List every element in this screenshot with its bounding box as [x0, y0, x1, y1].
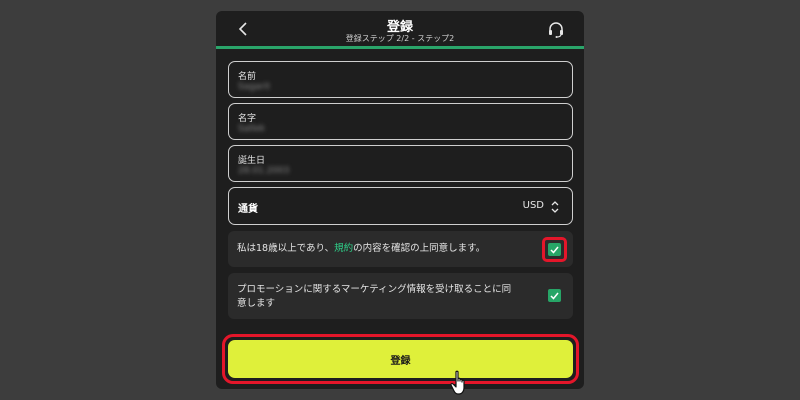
terms-checkbox[interactable]	[548, 243, 561, 256]
terms-consent-text: 私は18歳以上であり、規約の内容を確認の上同意します。	[237, 242, 485, 256]
step-subtitle: 登録ステップ 2/2 - ステップ2	[345, 34, 455, 43]
promotions-text-line1: プロモーションに関するマーケティング情報を受け取ることに同	[237, 284, 512, 295]
first-name-value: Sagarit	[238, 82, 271, 92]
support-button[interactable]	[546, 20, 566, 40]
terms-text-after: の内容を確認の上同意します。	[353, 243, 486, 254]
first-name-label: 名前	[238, 72, 257, 82]
headset-icon	[549, 22, 563, 38]
last-name-field[interactable]: 名字 Sallek	[228, 103, 573, 140]
checkmark-icon	[550, 292, 559, 300]
promotions-checkbox[interactable]	[548, 289, 561, 302]
chevron-up-down-icon	[551, 201, 559, 213]
birthday-value: 28.01.2003	[238, 166, 290, 176]
currency-value: USD	[522, 200, 544, 211]
terms-consent-row: 私は18歳以上であり、規約の内容を確認の上同意します。	[228, 231, 573, 267]
birthday-label: 誕生日	[238, 156, 266, 166]
promotions-consent-row: プロモーションに関するマーケティング情報を受け取ることに同 意します	[228, 273, 573, 319]
birthday-field[interactable]: 誕生日 28.01.2003	[228, 145, 573, 182]
promotions-consent-text: プロモーションに関するマーケティング情報を受け取ることに同 意します	[237, 283, 511, 311]
last-name-value: Sallek	[238, 124, 265, 134]
terms-link[interactable]: 規約	[334, 243, 353, 254]
header: 登録 登録ステップ 2/2 - ステップ2	[216, 11, 584, 49]
hand-pointer-icon	[450, 370, 465, 395]
register-button[interactable]: 登録	[228, 340, 573, 378]
terms-text-before: 私は18歳以上であり、	[237, 243, 335, 254]
last-name-label: 名字	[238, 114, 257, 124]
currency-select[interactable]: 通貨 USD	[228, 187, 573, 225]
first-name-field[interactable]: 名前 Sagarit	[228, 61, 573, 98]
promotions-text-line2: 意します	[237, 298, 276, 309]
checkmark-icon	[550, 246, 559, 254]
currency-label: 通貨	[238, 204, 258, 215]
registration-panel: 登録 登録ステップ 2/2 - ステップ2 名前 Sagarit 名字 Sall…	[216, 11, 584, 389]
